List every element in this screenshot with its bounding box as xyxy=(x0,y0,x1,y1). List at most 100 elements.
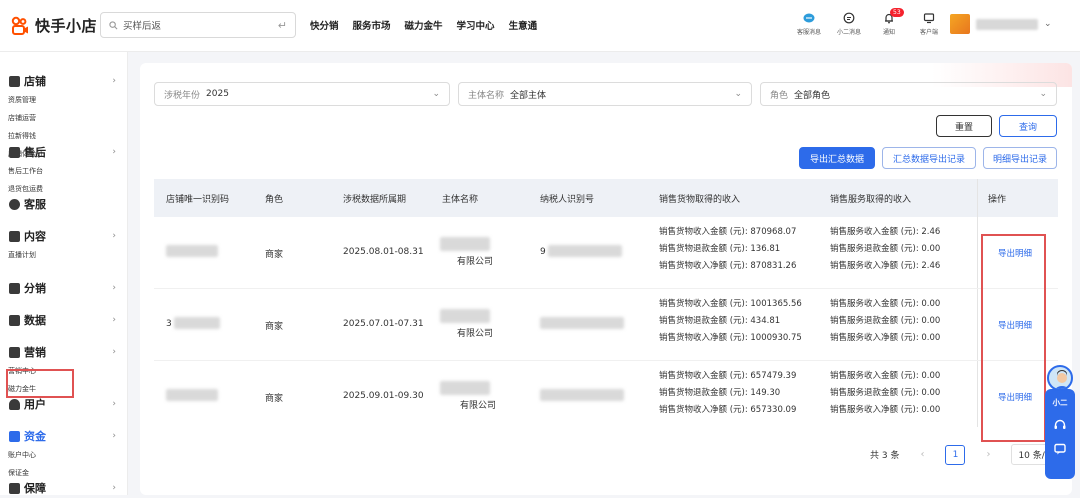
pagination-total: 共 3 条 xyxy=(870,451,900,461)
chevron-down-icon: ⌄ xyxy=(432,89,440,99)
chevron-right-icon: › xyxy=(112,431,116,441)
user-icon xyxy=(9,398,20,410)
taxpayer-id-redacted xyxy=(548,245,622,257)
content-icon xyxy=(9,230,20,242)
store-icon xyxy=(9,75,20,87)
nav-kuaifenxiao[interactable]: 快分销 xyxy=(310,18,339,32)
entity-name-select[interactable]: 主体名称 全部主体 ⌄ xyxy=(458,82,752,106)
nav-learning-center[interactable]: 学习中心 xyxy=(457,18,495,32)
prev-page-button[interactable]: ‹ xyxy=(913,445,931,465)
search-icon xyxy=(109,20,118,29)
chevron-right-icon: › xyxy=(112,231,116,241)
distribution-icon xyxy=(9,282,20,294)
shop-id-redacted xyxy=(166,245,218,257)
xiaoer-message-button[interactable]: 小二消息 xyxy=(834,12,864,36)
enter-key-icon: ↵ xyxy=(277,18,287,32)
service-revenue-cell: 销售服务收入金额 (元): 2.46 销售服务退款金额 (元): 0.00 销售… xyxy=(830,227,941,271)
service-revenue-cell: 销售服务收入金额 (元): 0.00 销售服务退款金额 (元): 0.00 销售… xyxy=(830,299,941,343)
top-icon-group: 客服消息 小二消息 53 通知 客户端 xyxy=(794,8,944,36)
taxpayer-id-redacted xyxy=(540,317,624,329)
goods-revenue-cell: 销售货物收入金额 (元): 870968.07 销售货物退款金额 (元): 13… xyxy=(659,227,797,271)
sidebar: 店铺 › 资质管理 店铺运营 拉新得钱 店铺体验分 售后 › 售后工作台 退货包… xyxy=(0,52,128,495)
guarantee-icon xyxy=(9,482,20,494)
sidebar-item-support[interactable]: 客服 xyxy=(0,194,128,214)
aftersale-icon xyxy=(9,146,20,158)
sidebar-item-data[interactable]: 数据 › xyxy=(0,310,128,330)
table-row: 商家 2025.08.01-08.31 有限公司 9 销售货物收入金额 (元):… xyxy=(154,217,1058,289)
tax-year-select[interactable]: 涉税年份 2025 ⌄ xyxy=(154,82,450,106)
sidebar-group-support: 客服 xyxy=(0,194,128,214)
sidebar-item-funds[interactable]: 资金 › xyxy=(0,426,128,446)
sidebar-group-funds: 资金 › 账户中心 保证金 xyxy=(0,426,128,482)
sidebar-group-guarantee: 保障 › xyxy=(0,478,128,498)
support-icon xyxy=(9,198,20,210)
export-summary-button[interactable]: 导出汇总数据 xyxy=(799,147,875,169)
entity-name-redacted xyxy=(440,381,490,395)
sidebar-item-guarantee[interactable]: 保障 › xyxy=(0,478,128,498)
assistant-avatar[interactable] xyxy=(1047,365,1073,391)
chevron-right-icon: › xyxy=(112,283,116,293)
chevron-right-icon: › xyxy=(112,347,116,357)
sidebar-sub-live-plan[interactable]: 直播计划 xyxy=(8,246,70,264)
headset-icon[interactable] xyxy=(1053,418,1067,432)
reset-button[interactable]: 重置 xyxy=(936,115,992,137)
taxpayer-id-redacted xyxy=(540,389,624,401)
table-header: 店铺唯一识别码 角色 涉税数据所属期 主体名称 纳税人识别号 销售货物取得的收入… xyxy=(154,179,1058,217)
customer-service-message-button[interactable]: 客服消息 xyxy=(794,12,824,36)
chevron-right-icon: › xyxy=(112,483,116,493)
customer-service-message-icon xyxy=(803,13,815,23)
sidebar-sub-account-center[interactable]: 账户中心 xyxy=(8,446,70,464)
sidebar-sub-store-ops[interactable]: 店铺运营 xyxy=(8,109,70,127)
shop-id-redacted xyxy=(174,317,220,329)
nav-cili-jinniu[interactable]: 磁力金牛 xyxy=(405,18,443,32)
assistant-label[interactable]: 小二 xyxy=(1053,397,1068,408)
main-panel: 涉税年份 2025 ⌄ 主体名称 全部主体 ⌄ 角色 全部角色 ⌄ 重置 查询 … xyxy=(140,63,1072,495)
assistant-widget[interactable]: 小二 xyxy=(1045,365,1075,479)
pagination: 共 3 条 ‹ 1 › 10 条/页 xyxy=(870,444,1061,465)
chevron-down-icon: ⌄ xyxy=(1039,89,1047,99)
chat-icon[interactable] xyxy=(1053,442,1067,456)
detail-export-records-button[interactable]: 明细导出记录 xyxy=(983,147,1057,169)
summary-export-records-button[interactable]: 汇总数据导出记录 xyxy=(882,147,976,169)
top-nav: 快分销 服务市场 磁力金牛 学习中心 生意通 xyxy=(310,18,537,32)
shop-id-redacted xyxy=(166,389,218,401)
query-button[interactable]: 查询 xyxy=(999,115,1057,137)
current-page-button[interactable]: 1 xyxy=(945,444,966,465)
sidebar-group-data: 数据 › xyxy=(0,310,128,330)
table-row: 3 商家 2025.07.01-07.31 有限公司 销售货物收入金额 (元):… xyxy=(154,289,1058,361)
table-row: 商家 2025.09.01-09.30 有限公司 销售货物收入金额 (元): 6… xyxy=(154,361,1058,433)
entity-name-redacted xyxy=(440,237,490,251)
search-input[interactable]: 买样后返 ↵ xyxy=(100,12,296,38)
sidebar-sub-aftersale-workbench[interactable]: 售后工作台 xyxy=(8,162,70,180)
marketing-icon xyxy=(9,346,20,358)
chevron-right-icon: › xyxy=(112,147,116,157)
sidebar-item-aftersale[interactable]: 售后 › xyxy=(0,142,128,162)
chevron-down-icon: ⌄ xyxy=(1044,19,1052,29)
nav-service-market[interactable]: 服务市场 xyxy=(353,18,391,32)
client-download-button[interactable]: 客户端 xyxy=(914,12,944,36)
next-page-button[interactable]: › xyxy=(979,445,997,465)
kuaishou-logo-icon xyxy=(11,16,28,35)
notification-button[interactable]: 53 通知 xyxy=(874,8,904,36)
sidebar-group-distribution: 分销 › xyxy=(0,278,128,298)
nav-shengyitong[interactable]: 生意通 xyxy=(509,18,538,32)
sidebar-sub-qualification[interactable]: 资质管理 xyxy=(8,91,70,109)
brand-name: 快手小店 xyxy=(35,17,98,35)
entity-name-redacted xyxy=(440,309,490,323)
search-placeholder: 买样后返 xyxy=(123,21,162,32)
funds-highlight-box xyxy=(6,369,74,398)
role-select[interactable]: 角色 全部角色 ⌄ xyxy=(760,82,1057,106)
sidebar-item-store[interactable]: 店铺 › xyxy=(0,71,128,91)
sidebar-item-marketing[interactable]: 营销 › xyxy=(0,342,128,362)
user-menu[interactable]: ⌄ xyxy=(950,14,1052,34)
brand-logo[interactable]: 快手小店 xyxy=(10,15,97,36)
chevron-right-icon: › xyxy=(112,315,116,325)
xiaoer-message-icon xyxy=(843,12,855,24)
chevron-right-icon: › xyxy=(112,76,116,86)
sidebar-item-distribution[interactable]: 分销 › xyxy=(0,278,128,298)
notification-badge: 53 xyxy=(890,8,904,17)
top-header: 快手小店 买样后返 ↵ 快分销 服务市场 磁力金牛 学习中心 生意通 客服消息 xyxy=(0,0,1080,52)
chevron-right-icon: › xyxy=(112,399,116,409)
sidebar-item-content[interactable]: 内容 › xyxy=(0,226,128,246)
service-revenue-cell: 销售服务收入金额 (元): 0.00 销售服务退款金额 (元): 0.00 销售… xyxy=(830,371,941,415)
